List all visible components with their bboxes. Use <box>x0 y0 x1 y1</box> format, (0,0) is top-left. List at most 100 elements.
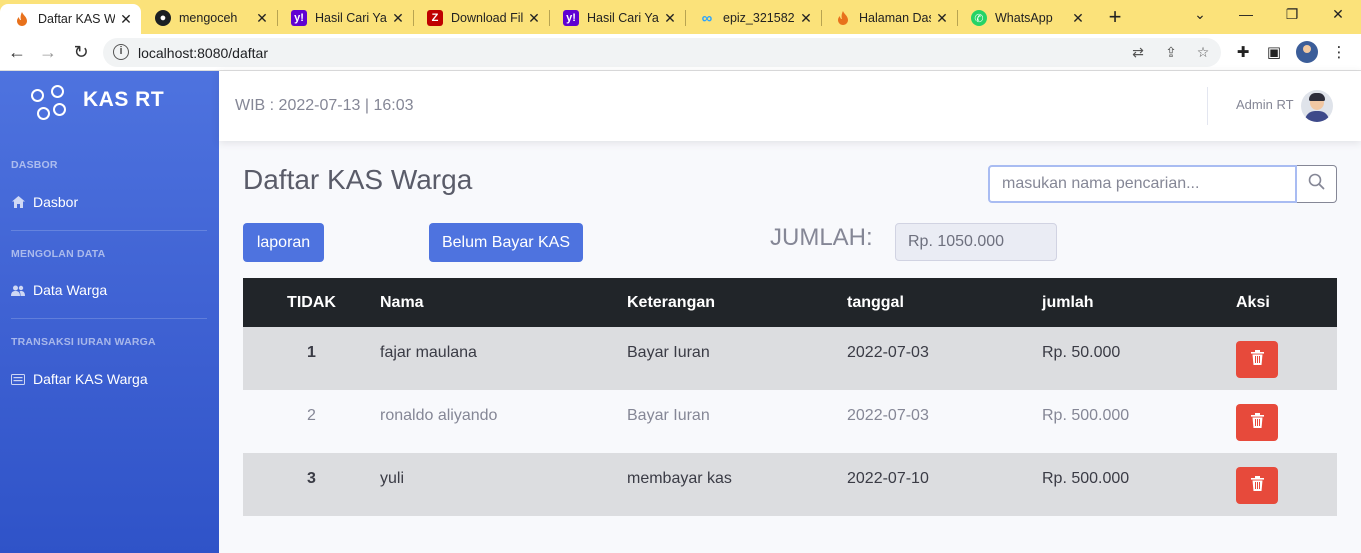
tab-label: Download File <box>451 11 523 25</box>
trash-icon <box>1250 412 1264 433</box>
user-name[interactable]: Admin RT <box>1236 97 1294 112</box>
delete-button[interactable] <box>1236 341 1278 378</box>
sidepanel-icon[interactable]: ▣ <box>1264 43 1284 63</box>
tab-whatsapp[interactable]: ✆ WhatsApp ✕ <box>957 4 1093 32</box>
clock-text: WIB : 2022-07-13 | 16:03 <box>235 97 414 114</box>
laporan-button[interactable]: laporan <box>243 223 324 262</box>
sidebar-item-label: Daftar KAS Warga <box>33 371 148 387</box>
reload-icon[interactable]: ↻ <box>70 41 92 63</box>
cell-aksi <box>1236 453 1337 516</box>
tab-label: mengoceh <box>179 11 238 25</box>
infinity-icon: ∞ <box>701 9 713 27</box>
brand-name: KAS RT <box>83 88 165 111</box>
jumlah-field: Rp. 1050.000 <box>895 223 1057 261</box>
new-tab-button[interactable]: + <box>1104 6 1126 28</box>
col-header-aksi: Aksi <box>1236 278 1337 327</box>
close-icon[interactable]: ✕ <box>527 10 541 27</box>
users-icon <box>11 283 25 297</box>
cell-jumlah: Rp. 50.000 <box>1042 327 1236 390</box>
tab-epiz[interactable]: ∞ epiz_3215827 ✕ <box>685 4 821 32</box>
trash-icon <box>1250 475 1264 496</box>
close-icon[interactable]: ✕ <box>935 10 949 27</box>
close-icon[interactable]: ✕ <box>663 10 677 27</box>
translate-icon[interactable]: ⇄ <box>1129 43 1147 61</box>
tab-label: WhatsApp <box>995 11 1053 25</box>
sidebar-heading-mengolah-data: MENGOLAN DATA <box>11 248 106 260</box>
search-button[interactable] <box>1297 165 1337 203</box>
restore-icon[interactable]: ❐ <box>1282 6 1302 23</box>
trash-icon <box>1250 349 1264 370</box>
tab-label: epiz_3215827 <box>723 11 795 25</box>
sidebar-item-label: Dasbor <box>33 194 79 210</box>
cell-tanggal: 2022-07-03 <box>847 327 1042 390</box>
cell-nama: fajar maulana <box>380 327 627 390</box>
omnibox[interactable]: i localhost:8080/daftar ⇄ ⇪ ☆ <box>103 38 1221 67</box>
tab-label: Daftar KAS W <box>38 12 115 26</box>
forward-arrow-icon[interactable]: → <box>37 41 59 63</box>
cell-tanggal: 2022-07-03 <box>847 390 1042 453</box>
delete-button[interactable] <box>1236 467 1278 504</box>
window-close-icon[interactable]: ✕ <box>1328 6 1348 23</box>
sidebar-divider <box>11 230 207 231</box>
sidebar-item-data-warga[interactable]: Data Warga <box>11 282 107 298</box>
tab-github[interactable]: ● mengoceh ✕ <box>141 4 277 32</box>
minimize-icon[interactable]: — <box>1236 6 1256 22</box>
cell-no: 3 <box>243 453 380 516</box>
tab-download-file[interactable]: Z Download File ✕ <box>413 4 549 32</box>
address-bar: ← → ↻ i localhost:8080/daftar ⇄ ⇪ ☆ ✚ ▣ … <box>0 34 1361 71</box>
belum-bayar-button[interactable]: Belum Bayar KAS <box>429 223 583 262</box>
tab-yahoo-2[interactable]: y! Hasil Cari Yah ✕ <box>549 4 685 32</box>
cell-keterangan: Bayar Iuran <box>627 390 847 453</box>
url-text[interactable]: localhost:8080/daftar <box>138 45 268 61</box>
close-icon[interactable]: ✕ <box>799 10 813 27</box>
tab-label: Halaman Das <box>859 11 931 25</box>
tab-daftar-kas[interactable]: Daftar KAS W ✕ <box>0 4 141 34</box>
cell-jumlah: Rp. 500.000 <box>1042 390 1236 453</box>
cell-keterangan: membayar kas <box>627 453 847 516</box>
col-header-tanggal: tanggal <box>847 278 1042 327</box>
share-icon[interactable]: ⇪ <box>1162 43 1180 61</box>
tab-halaman-dasbor[interactable]: Halaman Das ✕ <box>821 4 957 32</box>
col-header-jumlah: jumlah <box>1042 278 1236 327</box>
cell-nama: ronaldo aliyando <box>380 390 627 453</box>
sidebar: KAS RT DASBOR Dasbor MENGOLAN DATA Data … <box>0 71 219 553</box>
delete-button[interactable] <box>1236 404 1278 441</box>
extensions-icon[interactable]: ✚ <box>1233 43 1253 63</box>
close-icon[interactable]: ✕ <box>391 10 405 27</box>
avatar[interactable] <box>1301 90 1333 122</box>
yahoo-icon: y! <box>563 10 579 26</box>
sidebar-item-daftar-kas[interactable]: Daftar KAS Warga <box>11 371 148 387</box>
github-icon: ● <box>155 10 171 26</box>
info-icon[interactable]: i <box>113 44 129 60</box>
profile-avatar[interactable] <box>1296 41 1318 63</box>
col-header-keterangan: Keterangan <box>627 278 847 327</box>
whatsapp-icon: ✆ <box>971 10 987 26</box>
cell-aksi <box>1236 390 1337 453</box>
close-icon[interactable]: ✕ <box>1071 10 1085 27</box>
kas-table: TIDAK Nama Keterangan tanggal jumlah Aks… <box>243 278 1337 516</box>
search-input[interactable] <box>988 165 1297 203</box>
jumlah-label: JUMLAH: <box>770 224 873 251</box>
table-row: 3 yuli membayar kas 2022-07-10 Rp. 500.0… <box>243 453 1337 516</box>
tab-yahoo-1[interactable]: y! Hasil Cari Yah ✕ <box>277 4 413 32</box>
topbar: WIB : 2022-07-13 | 16:03 Admin RT <box>219 71 1361 141</box>
cell-jumlah: Rp. 500.000 <box>1042 453 1236 516</box>
search-icon <box>1308 173 1325 195</box>
tab-search-icon[interactable]: ⌄ <box>1190 6 1210 23</box>
menu-kebab-icon[interactable]: ⋮ <box>1329 43 1349 63</box>
sidebar-heading-dasbor: DASBOR <box>11 159 58 171</box>
col-header-nama: Nama <box>380 278 627 327</box>
bookmark-star-icon[interactable]: ☆ <box>1194 43 1212 61</box>
table-row: 1 fajar maulana Bayar Iuran 2022-07-03 R… <box>243 327 1337 390</box>
fire-icon <box>835 10 851 26</box>
brand[interactable]: KAS RT <box>31 85 164 123</box>
back-arrow-icon[interactable]: ← <box>6 41 28 63</box>
filezilla-icon: Z <box>427 10 443 26</box>
sidebar-divider <box>11 318 207 319</box>
sidebar-item-label: Data Warga <box>33 282 108 298</box>
close-icon[interactable]: ✕ <box>119 11 133 28</box>
sidebar-item-dasbor[interactable]: Dasbor <box>11 194 78 210</box>
close-icon[interactable]: ✕ <box>255 10 269 27</box>
col-header-no: TIDAK <box>243 278 380 327</box>
table-header-row: TIDAK Nama Keterangan tanggal jumlah Aks… <box>243 278 1337 327</box>
